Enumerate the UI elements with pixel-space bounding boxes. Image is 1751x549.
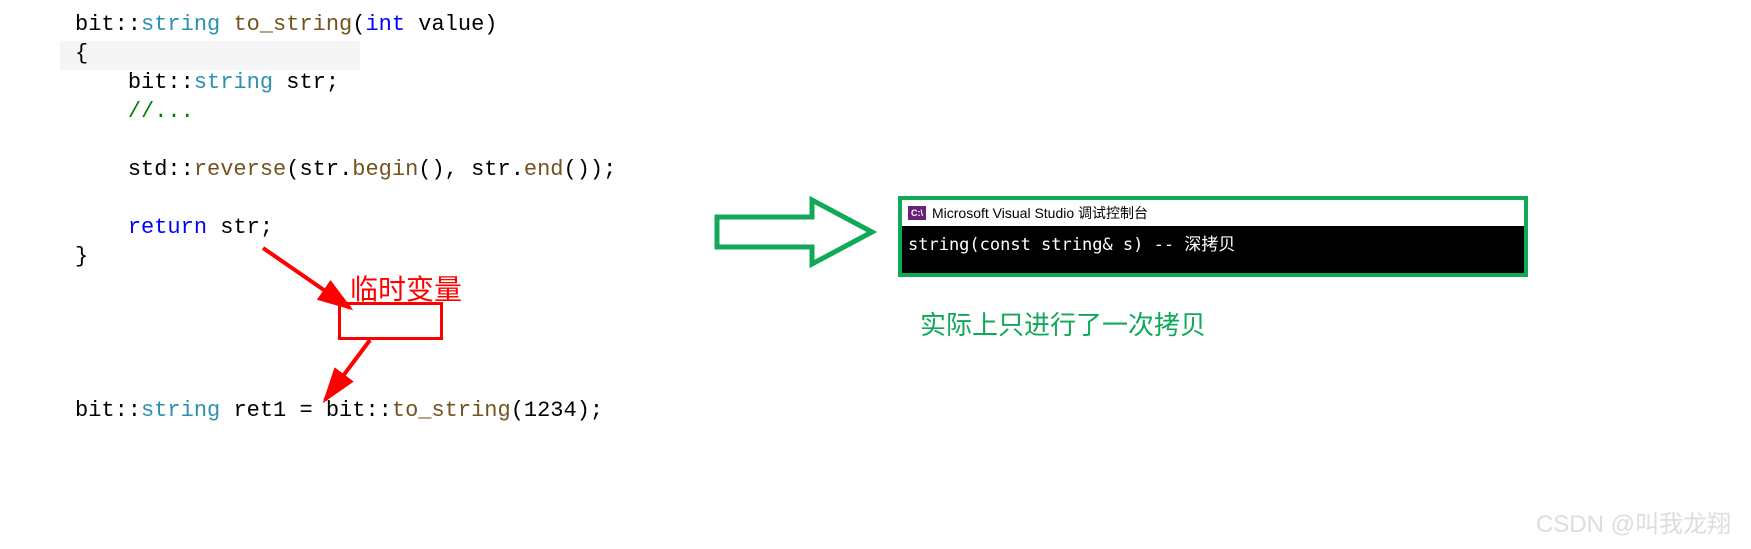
console-output: string(const string& s) -- 深拷贝 bbox=[902, 226, 1524, 273]
variable: ret1 bbox=[233, 398, 286, 423]
variable: str bbox=[471, 157, 511, 182]
namespace: bit bbox=[75, 12, 115, 37]
function-call: reverse bbox=[194, 157, 286, 182]
annotation-green-caption: 实际上只进行了一次拷贝 bbox=[920, 305, 1206, 342]
namespace: bit bbox=[128, 70, 168, 95]
code-line: bit::string to_string(int value) bbox=[75, 10, 616, 39]
function-call: to_string bbox=[392, 398, 511, 423]
variable: str bbox=[220, 215, 260, 240]
code-call-line: bit::string ret1 = bit::to_string(1234); bbox=[75, 398, 603, 423]
code-line: return str; bbox=[75, 213, 616, 242]
code-line: std::reverse(str.begin(), str.end()); bbox=[75, 155, 616, 184]
console-icon: C:\ bbox=[908, 206, 926, 220]
namespace: bit bbox=[326, 398, 366, 423]
code-editor[interactable]: bit::string to_string(int value) { bit::… bbox=[75, 10, 616, 271]
annotation-red-box bbox=[338, 302, 443, 340]
code-line: bit::string str; bbox=[75, 68, 616, 97]
comment: //... bbox=[128, 99, 194, 124]
namespace: std bbox=[128, 157, 168, 182]
console-window: C:\ Microsoft Visual Studio 调试控制台 string… bbox=[898, 196, 1528, 277]
code-line bbox=[75, 126, 616, 155]
console-title: Microsoft Visual Studio 调试控制台 bbox=[932, 203, 1148, 223]
method: end bbox=[524, 157, 564, 182]
type: string bbox=[194, 70, 273, 95]
code-line: //... bbox=[75, 97, 616, 126]
variable: str bbox=[286, 70, 326, 95]
variable: str bbox=[299, 157, 339, 182]
watermark: CSDN @叫我龙翔 bbox=[1536, 504, 1731, 539]
param: value bbox=[418, 12, 484, 37]
function-name: to_string bbox=[233, 12, 352, 37]
number-literal: 1234 bbox=[524, 398, 577, 423]
namespace: bit bbox=[75, 398, 115, 423]
type: string bbox=[141, 398, 220, 423]
console-titlebar[interactable]: C:\ Microsoft Visual Studio 调试控制台 bbox=[902, 200, 1524, 226]
method: begin bbox=[352, 157, 418, 182]
type: string bbox=[141, 12, 220, 37]
code-line bbox=[75, 184, 616, 213]
keyword: return bbox=[128, 215, 207, 240]
keyword: int bbox=[365, 12, 405, 37]
code-line: { bbox=[75, 39, 616, 68]
code-line: } bbox=[75, 242, 616, 271]
green-arrow-icon bbox=[712, 192, 882, 272]
